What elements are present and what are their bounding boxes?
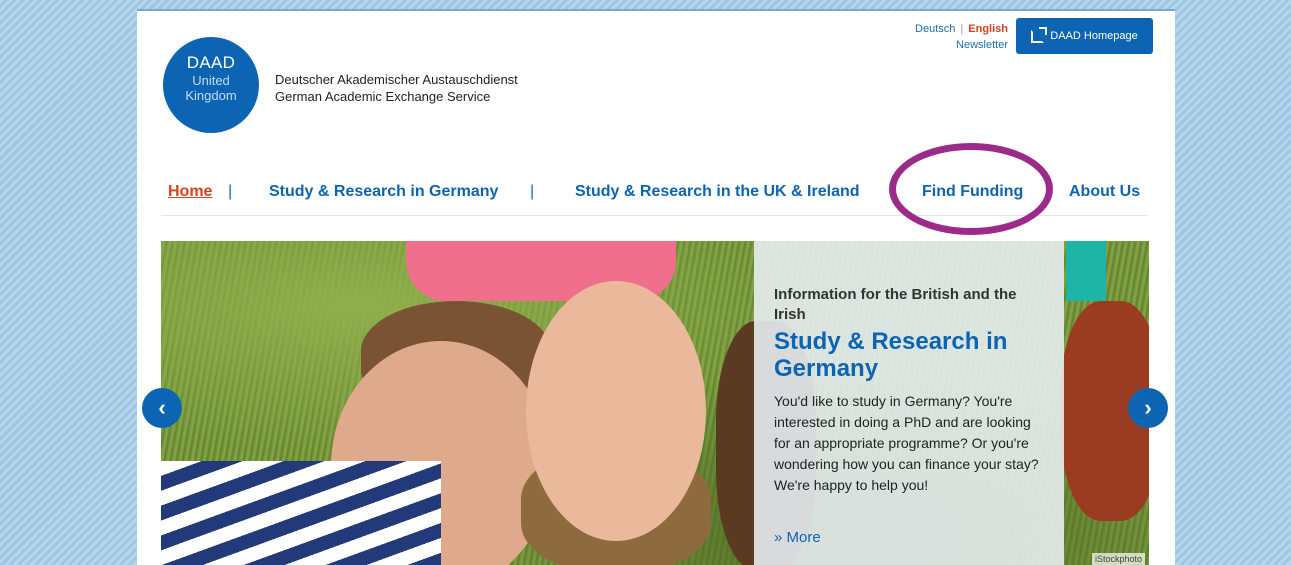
hero-body: You'd like to study in Germany? You're i… (774, 393, 1039, 493)
language-link-deutsch[interactable]: Deutsch (915, 23, 955, 35)
logo-line-2: United (192, 73, 230, 88)
slider-next-button[interactable]: › (1128, 388, 1168, 428)
chevron-right-icon: › (1144, 395, 1152, 420)
hero-photo-striped-shirt (161, 461, 441, 565)
image-credit: iStockphoto (1091, 553, 1145, 565)
organization-name: Deutscher Akademischer Austauschdienst G… (275, 71, 518, 105)
slider-prev-button[interactable]: ‹ (142, 388, 182, 428)
nav-item-about-us[interactable]: About Us (1069, 183, 1140, 201)
language-link-english[interactable]: English (968, 23, 1008, 35)
hero-slider: Information for the British and the Iris… (161, 241, 1149, 565)
hero-photo-teal (1066, 241, 1106, 301)
language-switcher: Deutsch | English Newsletter (915, 21, 1008, 53)
daad-homepage-button[interactable]: DAAD Homepage (1016, 18, 1153, 54)
hero-title: Study & Research in Germany (774, 328, 1008, 382)
nav-item-study-germany[interactable]: Study & Research in Germany (269, 183, 498, 201)
hero-kicker: Information for the British and the Iris… (774, 286, 1017, 323)
logo-line-3: Kingdom (185, 88, 237, 103)
nav-item-home[interactable]: Home (168, 183, 212, 201)
hero-text-panel: Information for the British and the Iris… (754, 241, 1064, 565)
external-link-icon (1031, 26, 1048, 43)
top-border (137, 9, 1175, 11)
language-separator: | (960, 23, 964, 35)
page-container: DAAD United Kingdom Deutscher Akademisch… (137, 9, 1175, 565)
org-name-english: German Academic Exchange Service (275, 89, 491, 104)
chevron-left-icon: ‹ (158, 395, 166, 420)
hero-more-link[interactable]: » More (774, 529, 821, 546)
hero-photo-person-2 (526, 281, 706, 541)
nav-item-study-uk-ireland[interactable]: Study & Research in the UK & Ireland (575, 183, 860, 201)
homepage-button-label: DAAD Homepage (1050, 30, 1138, 42)
daad-logo[interactable]: DAAD United Kingdom (163, 37, 259, 133)
org-name-german: Deutscher Akademischer Austauschdienst (275, 72, 518, 87)
logo-line-1: DAAD (186, 53, 236, 72)
newsletter-link[interactable]: Newsletter (956, 39, 1008, 51)
nav-separator: | (530, 183, 535, 200)
nav-separator: | (228, 183, 233, 200)
find-funding-highlight-circle (889, 143, 1053, 235)
